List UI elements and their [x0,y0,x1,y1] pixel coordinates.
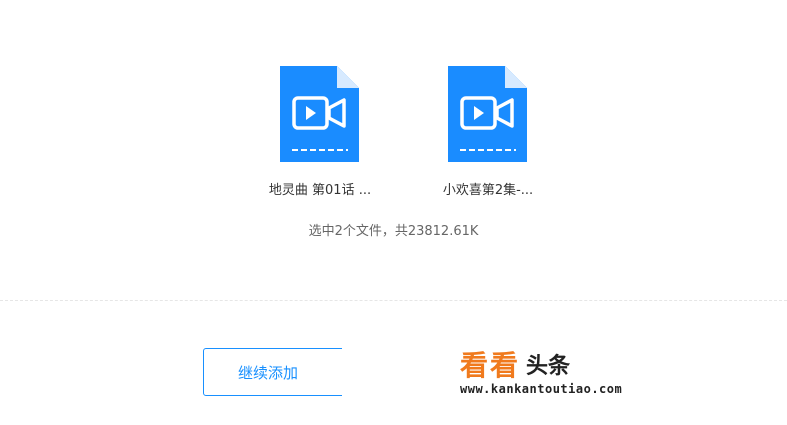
watermark-sub-text: 头条 [526,354,571,379]
watermark-url: www.kankantoutiao.com [460,382,623,396]
watermark-main-text: 看看 [460,349,521,382]
watermark-logo: 看看 头条 www.kankantoutiao.com [460,352,660,400]
occluding-overlay [342,340,442,410]
video-file-icon [280,66,359,162]
video-file-icon [448,66,527,162]
file-name: 小欢喜第2集-... [442,183,534,198]
divider [0,300,787,301]
selection-summary: 选中2个文件，共23812.61K [308,224,479,239]
file-name: 地灵曲 第01话 ... [268,183,372,198]
file-item[interactable]: 地灵曲 第01话 ... [240,66,400,198]
file-item[interactable]: 小欢喜第2集-... [408,66,568,198]
